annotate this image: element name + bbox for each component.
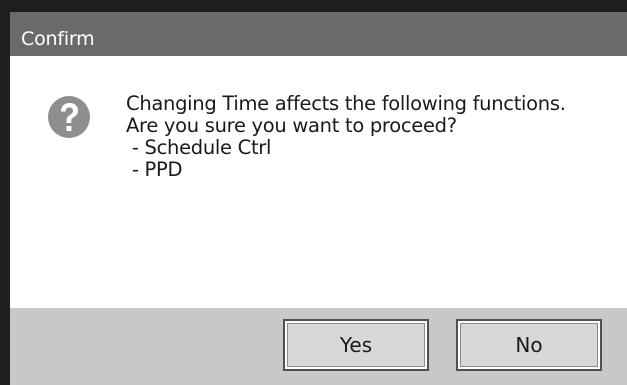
message-line: - PPD bbox=[126, 158, 183, 181]
dialog-footer: Yes No bbox=[10, 308, 627, 385]
message-line: Are you sure you want to proceed? bbox=[126, 114, 457, 137]
message-line: - Schedule Ctrl bbox=[126, 136, 272, 159]
no-button[interactable]: No bbox=[456, 319, 602, 371]
dialog-title-bar: Confirm bbox=[10, 12, 627, 56]
confirm-dialog: Confirm Changing Time affects the follow… bbox=[10, 12, 627, 385]
question-icon bbox=[48, 96, 90, 138]
yes-button[interactable]: Yes bbox=[283, 319, 429, 371]
dialog-content: Changing Time affects the following func… bbox=[10, 56, 627, 308]
message-line: Changing Time affects the following func… bbox=[126, 92, 566, 115]
dialog-message: Changing Time affects the following func… bbox=[126, 93, 566, 181]
dialog-title: Confirm bbox=[21, 28, 95, 50]
